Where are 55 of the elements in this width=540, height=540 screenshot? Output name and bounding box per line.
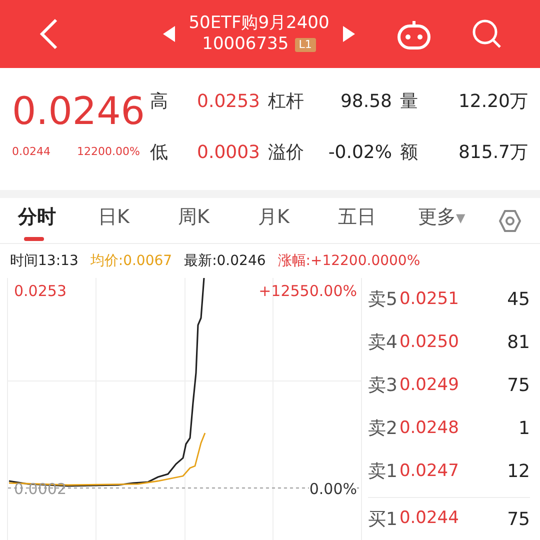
stat-value: 98.58 (339, 90, 392, 114)
level-badge: L1 (294, 38, 316, 52)
info-item: 最新:0.0246 (184, 252, 266, 270)
settings-icon[interactable] (498, 208, 522, 232)
chart-tab[interactable]: 月K (258, 198, 290, 242)
order-side: 卖2 (368, 417, 398, 441)
prev-price: 0.0244 (12, 144, 50, 160)
back-icon[interactable] (38, 18, 60, 50)
order-price: 0.0244 (399, 507, 459, 530)
previous-icon[interactable] (162, 26, 175, 42)
stat-value: 0.0253 (196, 90, 260, 114)
stat-label: 低 (150, 141, 169, 165)
order-volume: 75 (507, 374, 530, 398)
order-price: 0.0247 (399, 460, 459, 483)
axis-label: 0.0002 (14, 479, 66, 500)
info-item: 均价:0.0067 (90, 252, 172, 270)
stat-label: 高 (150, 90, 169, 114)
stat-label: 溢价 (268, 141, 305, 165)
order-volume: 81 (507, 331, 530, 355)
order-side: 买1 (368, 508, 398, 532)
order-side: 卖5 (368, 288, 398, 312)
contract-title: 50ETF购9月2400 (188, 12, 330, 34)
search-icon[interactable] (472, 19, 502, 49)
stat-label: 量 (400, 90, 419, 114)
order-volume: 12 (507, 460, 530, 484)
stat-value: 0.0003 (196, 141, 260, 165)
chart-tab[interactable]: 周K (178, 198, 210, 242)
stat-label: 额 (400, 141, 419, 165)
next-icon[interactable] (343, 26, 356, 42)
order-side: 卖3 (368, 374, 398, 398)
stat-value: 12.20万 (457, 90, 528, 114)
chart-tab[interactable]: 日K (98, 198, 130, 242)
info-item: 时间13:13 (10, 252, 78, 270)
order-volume: 1 (518, 417, 530, 441)
axis-label: +12550.00% (258, 281, 357, 302)
order-side: 卖4 (368, 331, 398, 355)
order-price: 0.0250 (399, 330, 459, 354)
order-volume: 75 (507, 508, 530, 532)
chart-tab[interactable]: 五日 (338, 198, 376, 242)
order-volume: 45 (507, 288, 530, 312)
stat-value: -0.02% (327, 141, 392, 165)
stat-value: 815.7万 (457, 141, 528, 165)
order-price: 0.0248 (399, 416, 459, 440)
robot-icon[interactable] (396, 18, 432, 50)
chart-tab[interactable]: 分时 (18, 198, 56, 242)
change-percent: 12200.00% (77, 144, 140, 160)
contract-code: 10006735 (202, 34, 289, 56)
stat-label: 杠杆 (268, 90, 305, 114)
axis-label: 0.0253 (14, 281, 66, 302)
order-price: 0.0249 (399, 374, 459, 397)
last-price: 0.0246 (12, 92, 140, 130)
order-price: 0.0251 (399, 288, 459, 311)
chart-tab[interactable]: 更多▼ (418, 198, 466, 242)
info-item: 涨幅:+12200.0000% (278, 252, 420, 270)
order-side: 卖1 (368, 460, 398, 484)
